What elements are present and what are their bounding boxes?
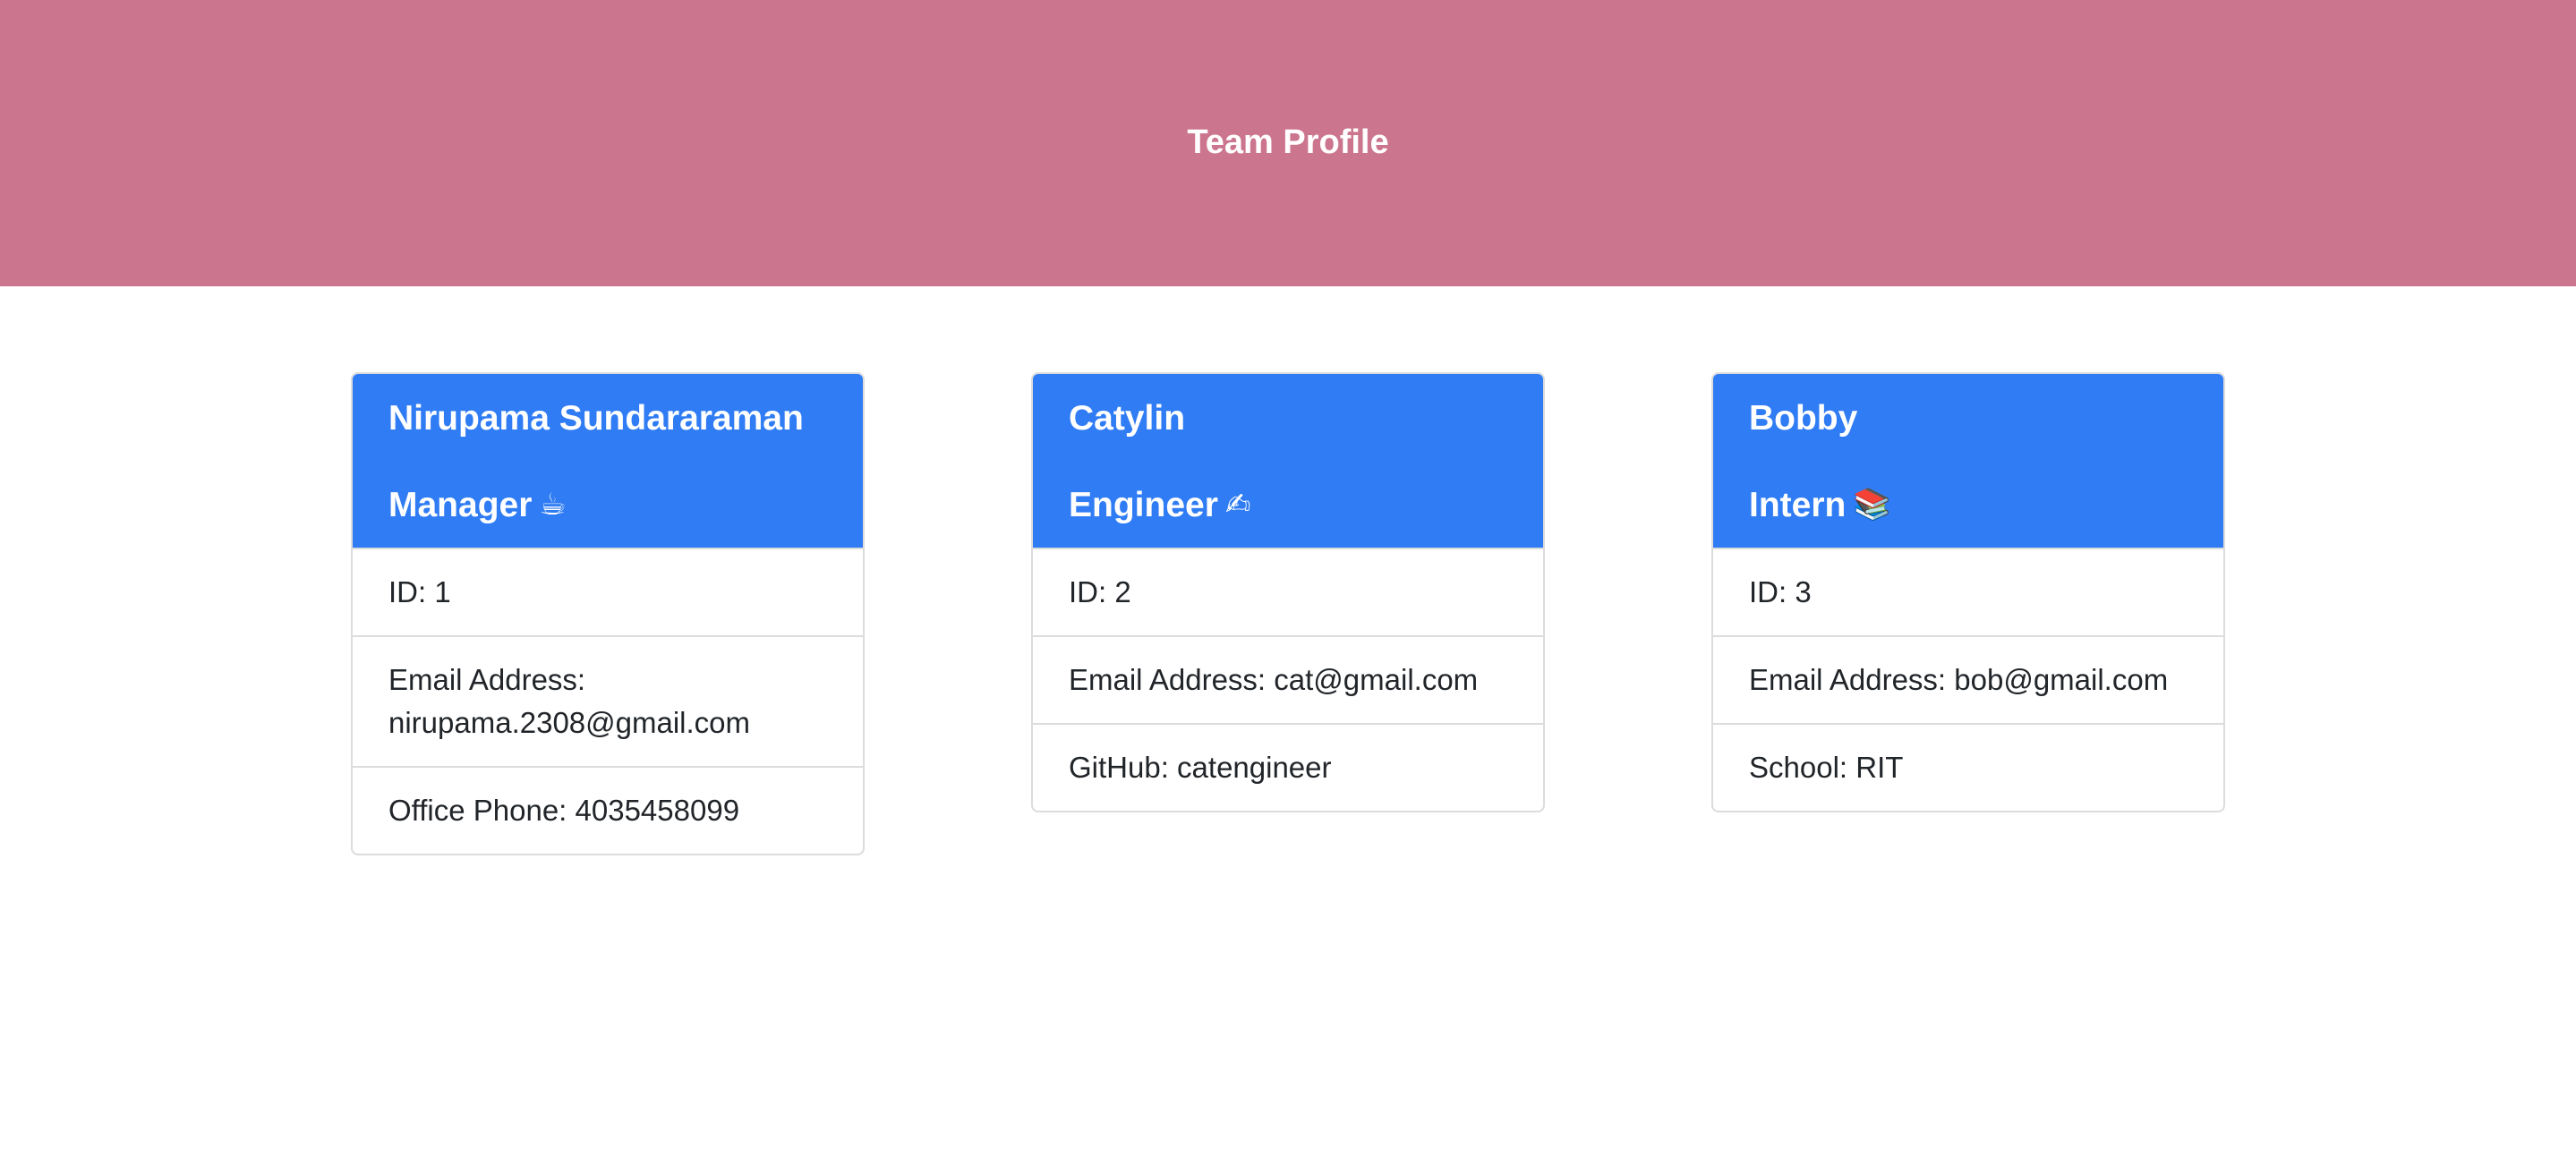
school: School: RIT [1713,723,2223,811]
employee-id: ID: 1 [353,548,863,635]
github-link[interactable]: GitHub: catengineer [1033,723,1543,811]
employee-email: Email Address: cat@gmail.com [1033,635,1543,723]
page-title: Team Profile [1187,123,1389,161]
employee-card-engineer: Catylin Engineer ✍ ID: 2 Email Address: c… [1031,372,1545,812]
email-link[interactable]: cat@gmail.com [1274,663,1478,696]
employee-name: Bobby [1749,399,1858,438]
employee-id: ID: 2 [1033,548,1543,635]
role-label: Intern [1749,486,1847,524]
card-header: Bobby Intern 📚 [1713,374,2223,548]
employee-role: Intern 📚 [1749,481,2188,529]
office-phone: Office Phone: 4035458099 [353,766,863,854]
employee-id: ID: 3 [1713,548,2223,635]
card-header: Nirupama Sundararaman Manager ☕ [353,374,863,548]
employee-name: Nirupama Sundararaman [388,399,804,438]
role-label: Manager [388,486,533,524]
email-link[interactable]: nirupama.2308@gmail.com [388,706,750,739]
employee-role: Manager ☕ [388,481,827,529]
email-label: Email Address: [388,663,586,696]
employee-card-intern: Bobby Intern 📚 ID: 3 Email Address: bob@g… [1711,372,2225,812]
role-label: Engineer [1069,486,1218,524]
email-label: Email Address: [1749,663,1947,696]
employee-card-manager: Nirupama Sundararaman Manager ☕ ID: 1 Ema… [351,372,865,855]
email-link[interactable]: bob@gmail.com [1954,663,2168,696]
employee-email: Email Address: nirupama.2308@gmail.com [353,635,863,766]
email-label: Email Address: [1069,663,1267,696]
writing-hand-icon: ✍ [1224,488,1251,522]
employee-email: Email Address: bob@gmail.com [1713,635,2223,723]
page-header: Team Profile [0,0,2576,286]
books-icon: 📚 [1853,488,1891,522]
coffee-icon: ☕ [539,488,567,522]
employee-role: Engineer ✍ [1069,481,1507,529]
employee-name: Catylin [1069,399,1186,438]
card-header: Catylin Engineer ✍ [1033,374,1543,548]
